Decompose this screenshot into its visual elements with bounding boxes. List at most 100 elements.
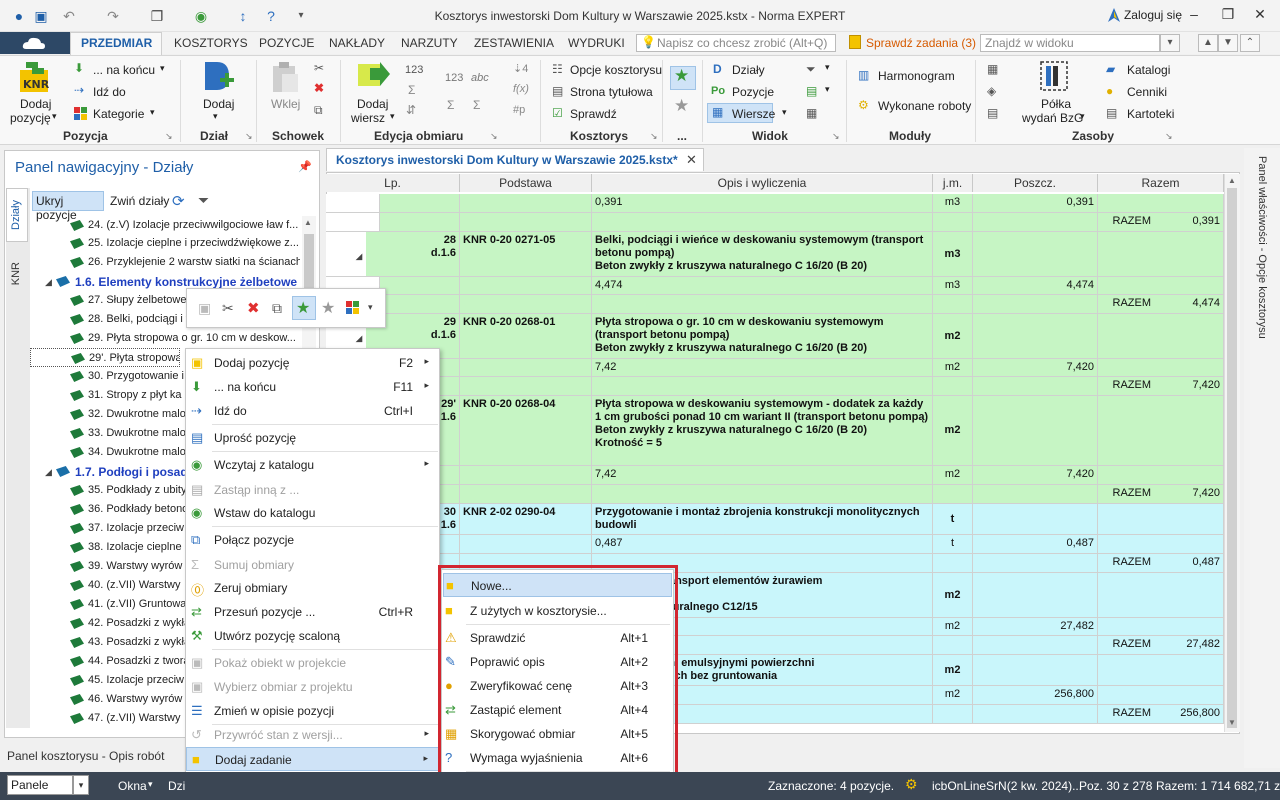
param-icon[interactable]: #p [513,104,525,116]
razem-cell[interactable] [1098,504,1224,535]
podstawa-cell[interactable]: KNR 0-20 0271-05 [460,232,592,277]
opis-cell[interactable] [592,213,933,232]
group-launcher-icon[interactable]: ↘ [1165,131,1173,142]
jm-cell[interactable]: RAZEM [933,705,1151,724]
context-menu-item[interactable]: ⚒ Utwórz pozycję scaloną [186,624,439,648]
cut-icon[interactable]: ✂ [314,61,324,75]
sum2-icon[interactable]: Σ [447,98,454,112]
price-tag-icon[interactable]: ◈ [987,84,996,98]
add-row-label2[interactable]: wiersz [351,111,385,125]
col-poszcz-header[interactable]: Poszcz. [973,174,1098,192]
poszcz-cell[interactable] [973,314,1098,359]
categories-dropdown-icon[interactable]: ▾ [150,107,155,118]
star-gray-icon[interactable]: ★ [674,96,689,116]
bookshelf-dropdown-icon[interactable]: ▾ [1080,111,1085,122]
goto-button[interactable]: Idź do [93,85,126,99]
sort-icon[interactable]: ⇵ [406,103,416,117]
poszcz-cell[interactable]: 0,487 [973,535,1098,554]
razem-cell[interactable] [1098,618,1224,636]
tab-naklady[interactable]: NAKŁADY [329,36,385,50]
panels-select[interactable]: Panele [7,775,73,795]
podstawa-cell[interactable]: KNR 0-20 0268-04 [460,396,592,466]
opis-cell[interactable]: 4,474 [592,277,933,295]
minimize-icon[interactable]: – [1184,6,1204,26]
document-icon[interactable]: ▤ [987,106,998,120]
refresh-icon[interactable]: ⟳ [172,192,185,210]
jm-cell[interactable]: m2 [933,686,973,705]
windows-menu[interactable]: Okna [118,779,147,793]
podstawa-cell[interactable] [460,466,592,485]
hide-positions-button[interactable]: Ukryj pozycje [32,191,104,222]
poszcz-cell[interactable] [973,396,1098,466]
tree-item[interactable]: 26. Przyklejenie 2 warstw siatki na ścia… [30,253,300,272]
jm-cell[interactable]: m3 [933,232,973,277]
mini-copy-icon[interactable]: ⧉ [272,300,282,317]
context-menu-item[interactable]: ▣ Wybierz obmiar z projektu [186,675,439,699]
context-menu-item[interactable]: ↺ Przywróć stan z wersji... ▸ [186,723,439,747]
grid-scroll-thumb[interactable] [1227,188,1237,728]
context-menu-item[interactable]: ◉ Wczytaj z katalogu ▸ [186,453,439,477]
tab-zestawienia[interactable]: ZESTAWIENIA [474,36,554,50]
razem-cell[interactable] [1098,573,1224,618]
list-dropdown-icon[interactable]: ▾ [825,84,830,95]
podstawa-cell[interactable] [460,485,592,504]
find-next-icon[interactable]: ▼ [1218,34,1238,52]
paste-button[interactable]: Wklej [271,97,300,111]
razem-cell[interactable] [1098,535,1224,554]
opis-cell[interactable]: 7,42 [592,359,933,377]
schedule-button[interactable]: Harmonogram [878,69,955,83]
tab-wydruki[interactable]: WYDRUKI [568,36,625,50]
jm-cell[interactable]: m2 [933,396,973,466]
add-row-dropdown-icon[interactable]: ▾ [390,111,395,122]
jm-cell[interactable]: m3 [933,277,973,295]
copy-icon[interactable]: ⧉ [314,103,323,118]
tree-item[interactable]: 29'. Płyta stropowa [30,348,180,367]
jm-cell[interactable]: m2 [933,573,973,618]
insert-icon[interactable]: ⇣4 [513,62,528,75]
add-row-label1[interactable]: Dodaj [357,97,388,111]
context-menu-item[interactable]: ▣ Dodaj pozycję F2 ▸ [186,351,439,375]
restore-icon[interactable]: ❐ [1218,6,1238,26]
tell-me-input[interactable]: Napisz co chcesz zrobić (Alt+Q) [636,34,836,52]
poszcz-cell[interactable]: 27,482 [973,618,1098,636]
sigma-icon[interactable]: Σ [473,98,480,112]
poszcz-cell[interactable] [973,573,1098,618]
jm-cell[interactable]: RAZEM [933,636,1151,655]
context-menu-item[interactable]: ▤ Uprość pozycję [186,426,439,450]
context-menu-item[interactable]: ⇢ Idź do Ctrl+I [186,399,439,423]
poszcz-cell[interactable] [973,504,1098,535]
jm-cell[interactable]: t [933,535,973,554]
login-link[interactable]: Zaloguj się [1124,8,1182,22]
panels-dropdown-icon[interactable]: ▾ [73,775,89,795]
cards-button[interactable]: Kartoteki [1127,107,1174,121]
document-tab-title[interactable]: Kosztorys inwestorski Dom Kultury w Wars… [336,153,678,167]
jm-cell[interactable]: m2 [933,359,973,377]
col-podstawa-header[interactable]: Podstawa [460,174,592,192]
at-end-button[interactable]: ... na końcu [93,63,155,77]
razem-cell[interactable] [1098,194,1224,213]
grid-scroll-up-icon[interactable]: ▲ [1228,176,1236,185]
tab-dzialy-label[interactable]: Działy [10,200,22,230]
podstawa-cell[interactable] [460,377,592,396]
close-icon[interactable]: ✕ [1250,6,1270,26]
mini-cut-icon[interactable]: ✂ [222,300,234,317]
context-menu-item[interactable]: ■ Dodaj zadanie ▸ [186,747,439,771]
view-rows-button[interactable]: Wiersze [732,107,775,121]
context-menu-item[interactable]: ⬇ ... na końcu F11 ▸ [186,375,439,399]
mini-star-gray-icon[interactable]: ★ [321,298,335,318]
poszcz-cell[interactable] [973,655,1098,686]
calculator-icon[interactable]: ▦ [987,62,998,76]
opis-cell[interactable]: Płyta stropowa w deskowaniu systemowym -… [592,396,933,466]
context-menu-item[interactable]: ☰ Zmień w opisie pozycji [186,699,439,723]
lp-cell[interactable] [326,213,380,232]
tab-kosztorys[interactable]: KOSZTORYS [174,36,248,50]
numbers-icon[interactable]: 123 [405,64,423,76]
lp-cell[interactable] [326,194,380,213]
podstawa-cell[interactable] [460,359,592,377]
bookshelf-label2[interactable]: wydań BzG [1022,111,1083,125]
filter-dropdown-icon[interactable]: ▾ [825,62,830,73]
razem-cell[interactable] [1098,396,1224,466]
razem-cell[interactable] [1098,466,1224,485]
col-jm-header[interactable]: j.m. [933,174,973,192]
poszcz-cell[interactable]: 7,420 [973,466,1098,485]
